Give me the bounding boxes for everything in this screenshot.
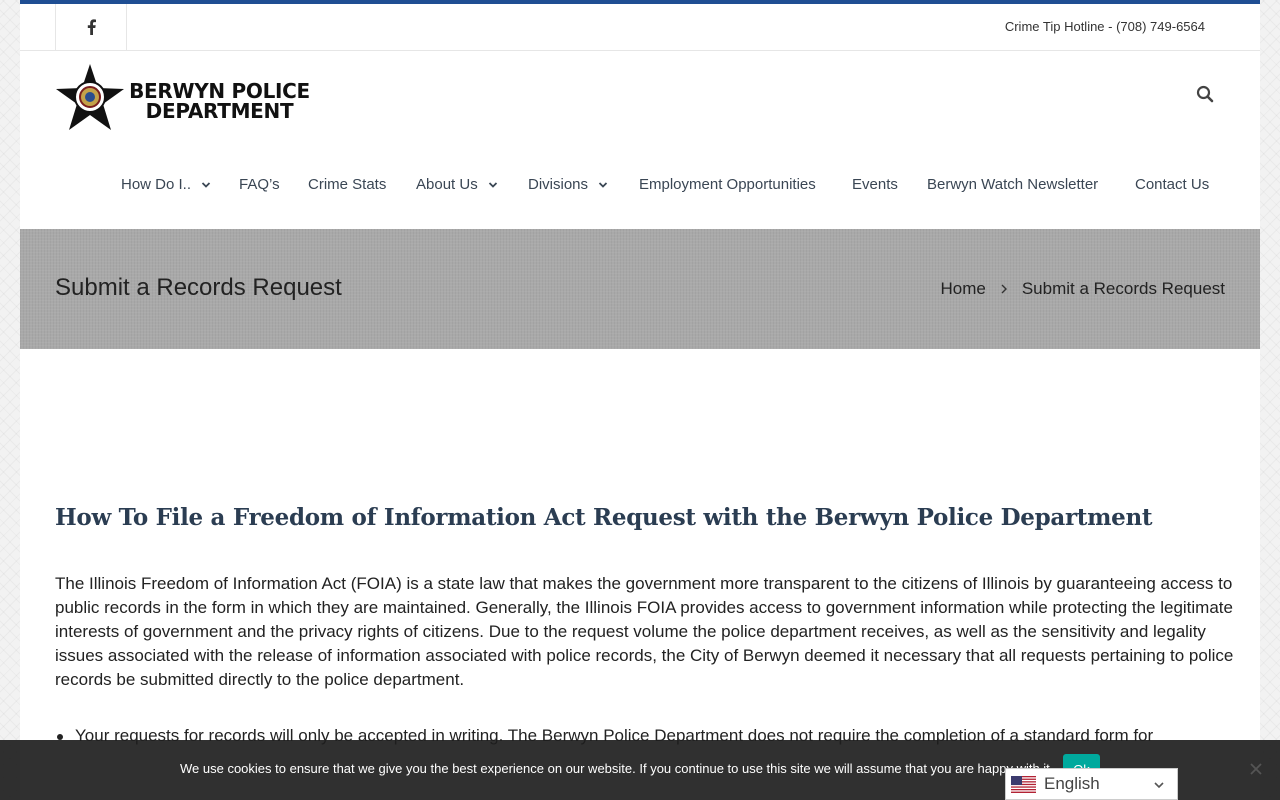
nav-item-label: About Us: [416, 176, 478, 193]
language-label: English: [1044, 774, 1100, 793]
language-selector[interactable]: English: [1005, 768, 1178, 800]
page-container: Crime Tip Hotline - (708) 749-6564 BERWY…: [20, 0, 1260, 800]
chevron-down-icon: [598, 181, 608, 188]
nav-item-label: Crime Stats: [308, 176, 387, 193]
nav-item-berwyn-watch-newsletter[interactable]: Berwyn Watch Newsletter: [927, 176, 1098, 193]
nav-item-label: Contact Us: [1135, 176, 1210, 193]
chevron-down-icon: [201, 181, 211, 188]
nav-item-crime-stats[interactable]: Crime Stats: [308, 176, 386, 193]
nav-item-how-do-i[interactable]: How Do I..: [121, 176, 211, 193]
nav-item-label: How Do I..: [121, 176, 192, 193]
nav-item-divisions[interactable]: Divisions: [528, 176, 608, 193]
page-title-banner: Submit a Records Request Home Submit a R…: [20, 229, 1260, 349]
logo-wordmark: BERWYN POLICE DEPARTMENT: [127, 81, 312, 121]
page-title: Submit a Records Request: [55, 274, 342, 301]
facebook-icon: [87, 19, 96, 35]
chevron-down-icon: [488, 181, 497, 188]
breadcrumb-current: Submit a Records Request: [1021, 279, 1225, 298]
intro-paragraph: The Illinois Freedom of Information Act …: [55, 574, 1234, 689]
cookie-notice-text: We use cookies to ensure that we give yo…: [180, 761, 1054, 776]
nav-item-faqs[interactable]: FAQ’s: [239, 176, 280, 193]
nav-item-employment-opportunities[interactable]: Employment Opportunities: [639, 176, 816, 193]
crime-tip-hotline: Crime Tip Hotline - (708) 749-6564: [1004, 19, 1205, 34]
logo-line-1: BERWYN POLICE: [129, 79, 310, 103]
chevron-right-icon: [1001, 284, 1007, 294]
nav-item-label: Employment Opportunities: [639, 176, 816, 193]
nav-item-about-us[interactable]: About Us: [416, 176, 498, 193]
logo-line-2: DEPARTMENT: [145, 99, 294, 123]
top-bar: Crime Tip Hotline - (708) 749-6564: [20, 4, 1260, 51]
nav-item-contact-us[interactable]: Contact Us: [1135, 176, 1209, 193]
nav-item-label: Berwyn Watch Newsletter: [927, 176, 1099, 193]
content-heading: How To File a Freedom of Information Act…: [55, 504, 1153, 531]
nav-item-label: FAQ’s: [239, 176, 280, 193]
breadcrumb-home-link[interactable]: Home: [940, 279, 985, 299]
nav-item-label: Divisions: [528, 176, 589, 193]
police-star-badge-icon: [56, 64, 124, 130]
search-icon[interactable]: [1196, 85, 1214, 103]
facebook-link[interactable]: [55, 4, 127, 50]
main-navigation: How Do I.. FAQ’s Crime Stats About Us Di…: [20, 170, 1260, 200]
breadcrumb: Home Submit a Records Request: [940, 279, 1225, 299]
chevron-down-icon: [1154, 782, 1164, 789]
site-logo[interactable]: BERWYN POLICE DEPARTMENT: [55, 63, 315, 133]
en-flag-icon: [1011, 775, 1036, 793]
nav-item-events[interactable]: Events: [852, 176, 898, 193]
close-icon[interactable]: [1249, 762, 1263, 776]
nav-item-label: Events: [852, 176, 898, 193]
